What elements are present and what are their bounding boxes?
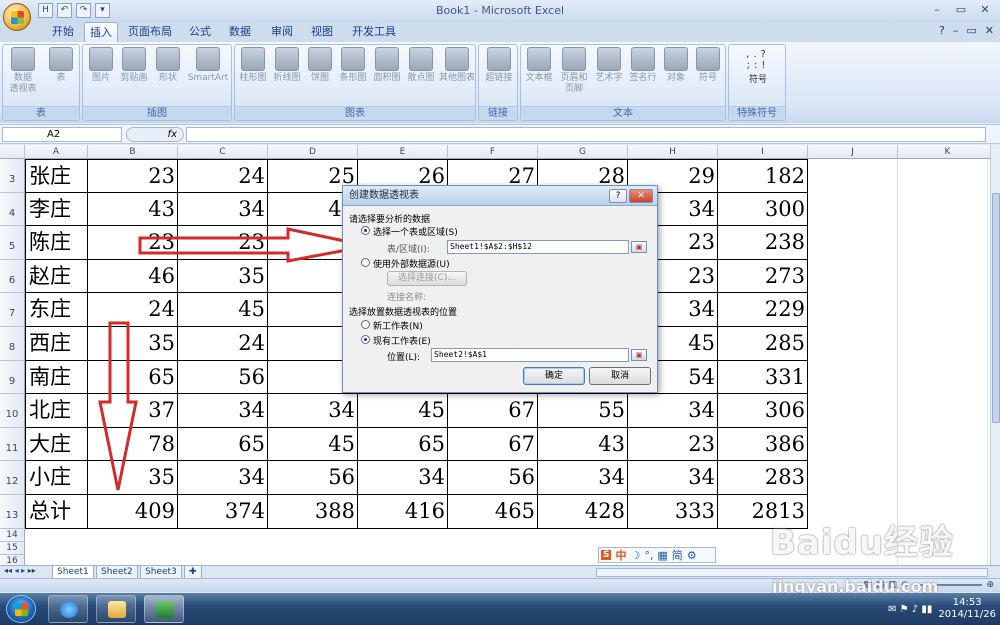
windows-taskbar: ✉ ⚑ ♪ ▮▮ 14:53 2014/11/26 — [0, 593, 1000, 625]
system-tray: ✉ ⚑ ♪ ▮▮ 14:53 2014/11/26 — [888, 597, 996, 621]
ime-simplified-icon[interactable]: 简 — [672, 547, 683, 563]
start-button[interactable] — [6, 595, 36, 623]
radio-new-worksheet[interactable] — [361, 320, 370, 329]
ime-keyboard-icon[interactable]: ▦ — [657, 549, 667, 562]
office-button[interactable] — [3, 3, 31, 31]
radio-existing-worksheet[interactable] — [361, 335, 370, 344]
ie-icon — [60, 601, 78, 618]
location-picker-icon[interactable]: ▣ — [631, 349, 647, 361]
clock-date: 2014/11/26 — [938, 609, 996, 620]
choose-connection-button[interactable]: 选择连接(C)... — [387, 271, 467, 286]
tray-icons[interactable]: ✉ ⚑ ♪ ▮▮ — [888, 604, 932, 615]
taskbar-ie[interactable] — [48, 595, 88, 623]
clock-time: 14:53 — [952, 597, 982, 608]
radio-existing-worksheet-label: 现有工作表(E) — [373, 337, 431, 347]
folder-icon — [108, 601, 126, 618]
ime-chinese-icon[interactable]: 中 — [615, 547, 626, 563]
cancel-button[interactable]: 取消 — [589, 367, 651, 385]
taskbar-explorer[interactable] — [96, 595, 136, 623]
connection-name-label: 连接名称: — [387, 293, 427, 303]
radio-external-source-label: 使用外部数据源(U) — [373, 260, 450, 270]
ime-punct-icon[interactable]: °, — [644, 549, 653, 562]
location-label: 位置(L): — [387, 353, 421, 363]
radio-select-table[interactable] — [361, 226, 370, 235]
excel-icon — [156, 601, 174, 618]
clock[interactable]: 14:53 2014/11/26 — [938, 597, 996, 621]
dialog-close-button[interactable]: ✕ — [629, 189, 653, 203]
office-logo-icon — [11, 11, 24, 24]
ok-button[interactable]: 确定 — [523, 367, 585, 385]
ime-toolbar: S 中 ☽ °, ▦ 简 ⚙ — [598, 547, 716, 563]
arrow-right — [138, 227, 369, 263]
table-range-input[interactable]: Sheet1!$A$2:$H$12 — [447, 240, 629, 254]
dialog-help-button[interactable]: ? — [609, 189, 627, 203]
section-data-label: 请选择要分析的数据 — [349, 215, 431, 225]
arrow-down — [98, 321, 138, 491]
location-input[interactable]: Sheet2!$A$1 — [431, 348, 629, 362]
radio-select-table-label: 选择一个表或区域(S) — [373, 228, 458, 238]
radio-new-worksheet-label: 新工作表(N) — [373, 322, 423, 332]
ime-settings-icon[interactable]: ⚙ — [687, 549, 697, 562]
taskbar-excel[interactable] — [144, 595, 184, 623]
range-picker-icon[interactable]: ▣ — [631, 241, 647, 253]
table-range-label: 表/区域(I): — [387, 245, 430, 255]
radio-external-source[interactable] — [361, 258, 370, 267]
windows-logo-icon — [15, 603, 28, 616]
ime-moon-icon[interactable]: ☽ — [630, 549, 640, 562]
section-location-label: 选择放置数据透视表的位置 — [349, 308, 458, 318]
create-pivottable-dialog: 创建数据透视表 ? ✕ 请选择要分析的数据 选择一个表或区域(S) 表/区域(I… — [342, 185, 658, 393]
sogou-icon[interactable]: S — [601, 550, 612, 560]
